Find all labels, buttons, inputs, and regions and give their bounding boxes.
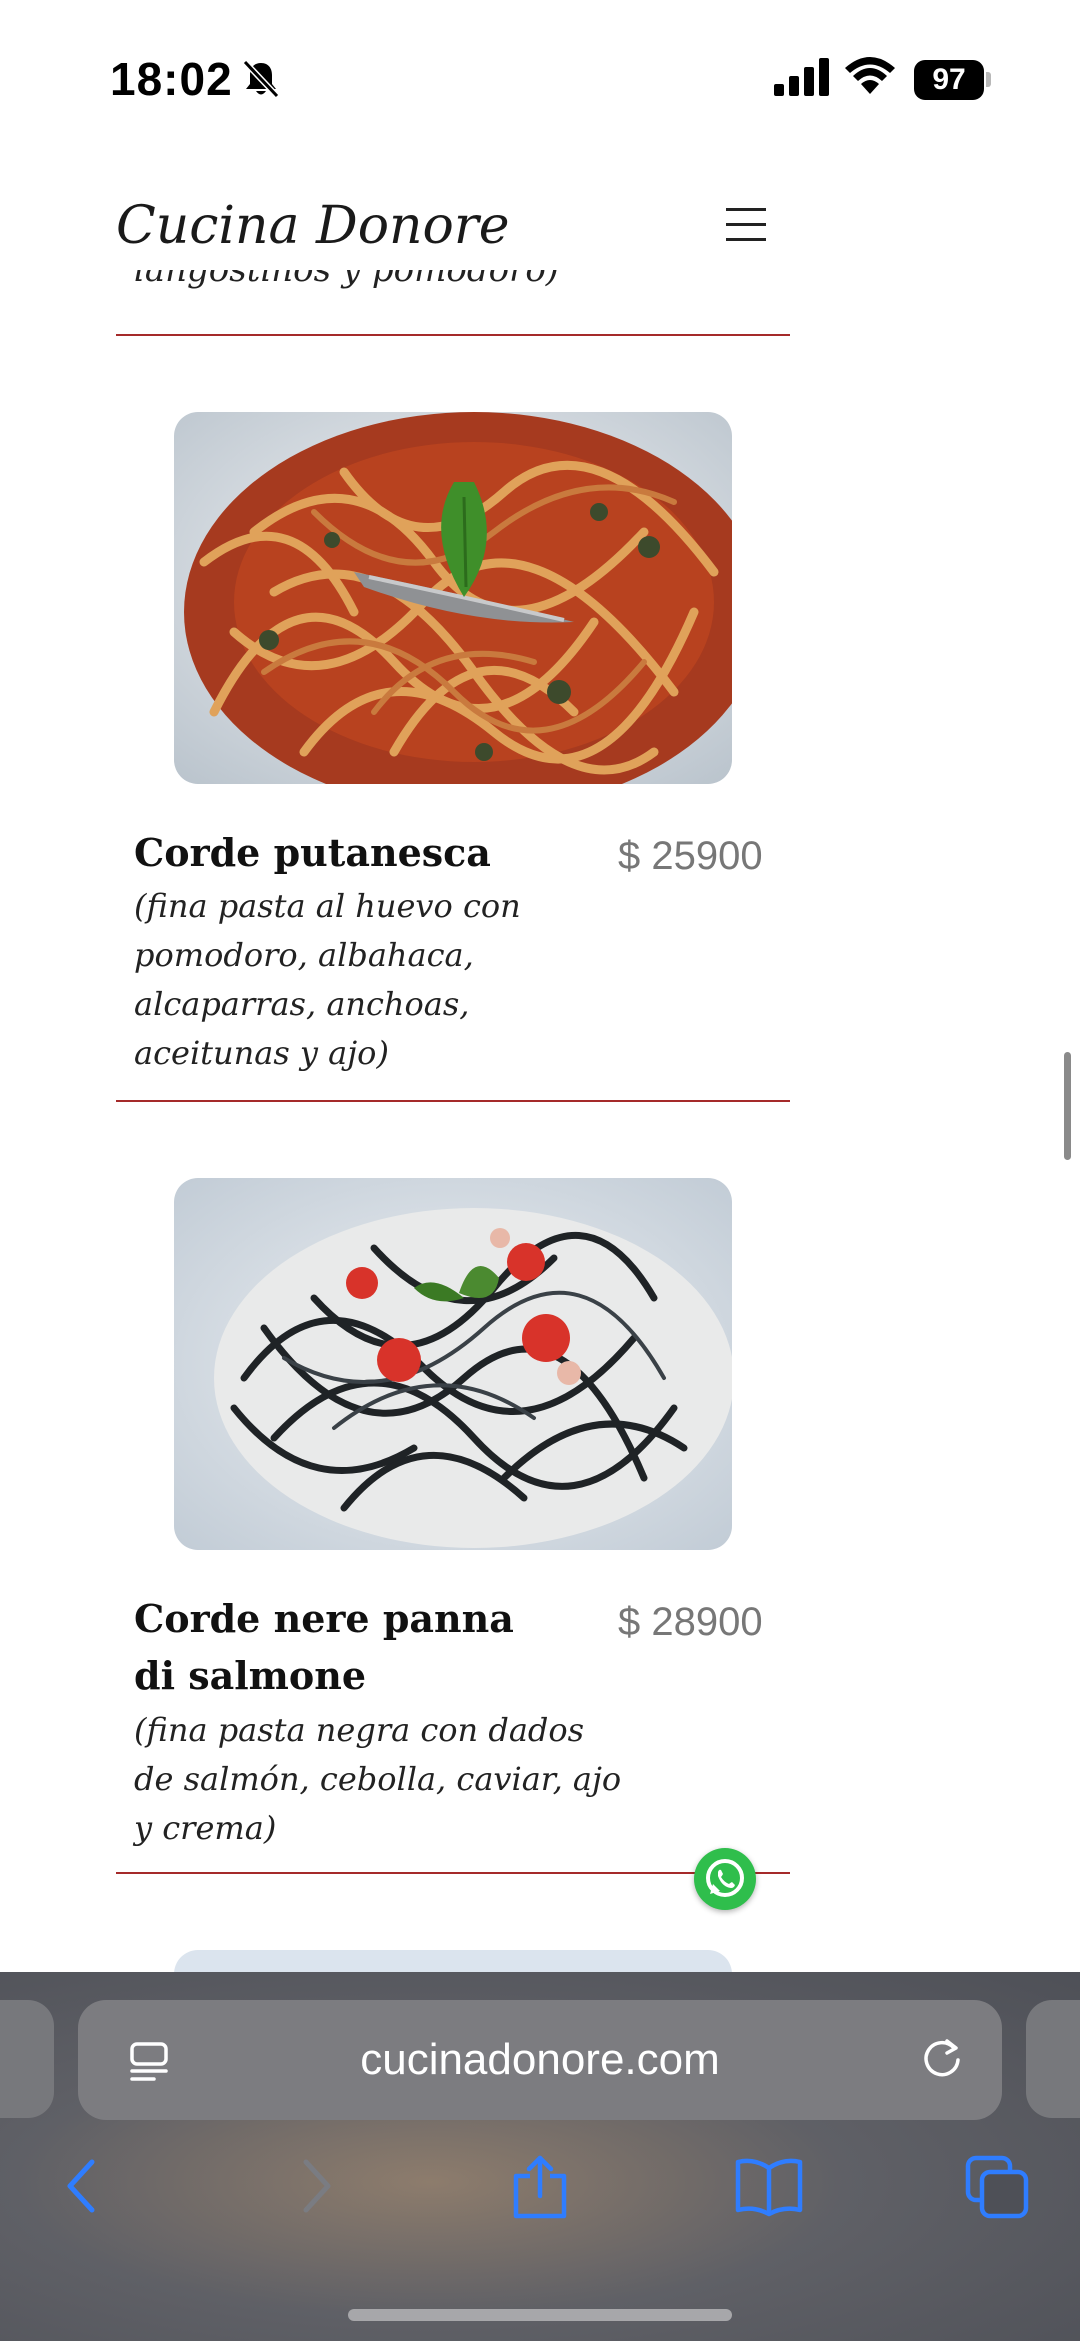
reload-icon[interactable] — [914, 2032, 970, 2092]
whatsapp-button[interactable] — [694, 1848, 756, 1910]
url-text[interactable]: cucinadonore.com — [78, 2000, 1002, 2120]
dish-price: $ 25900 — [618, 834, 763, 878]
tabs-icon[interactable] — [964, 2154, 1030, 2224]
site-title[interactable]: Cucina Donore — [116, 196, 509, 256]
menu-line-icon — [726, 223, 766, 226]
dish-photo-putanesca — [174, 412, 732, 784]
cellular-signal-icon — [774, 58, 830, 102]
battery-indicator: 97 — [914, 60, 984, 100]
item-divider — [116, 1100, 790, 1102]
item-divider — [116, 334, 790, 336]
silent-bell-icon — [240, 58, 282, 104]
next-tab-preview[interactable] — [1026, 2000, 1080, 2118]
dish-name: Corde putanesca — [134, 830, 491, 875]
menu-line-icon — [726, 208, 766, 211]
back-icon[interactable] — [58, 2154, 108, 2222]
wifi-icon — [844, 54, 896, 100]
menu-line-icon — [726, 238, 766, 241]
whatsapp-icon — [706, 1859, 744, 1897]
previous-tab-preview[interactable] — [0, 2000, 54, 2118]
address-bar[interactable]: cucinadonore.com — [78, 2000, 1002, 2120]
dish-description: (fina pasta al huevo con pomodoro, albah… — [134, 887, 521, 1072]
page-scrollbar[interactable] — [1064, 1052, 1071, 1160]
dish-description: (fina pasta negra con dados de salmón, c… — [134, 1711, 622, 1847]
dish-name: Corde nere panna di salmone — [134, 1596, 514, 1698]
dish-photo-corde-nere — [174, 1178, 732, 1550]
home-indicator[interactable] — [348, 2309, 732, 2321]
status-time: 18:02 — [110, 53, 233, 105]
status-bar: 18:02 97 — [0, 0, 1080, 140]
hamburger-menu-button[interactable] — [722, 206, 770, 242]
dish-price: $ 28900 — [618, 1600, 763, 1644]
battery-tip — [986, 72, 991, 87]
forward-icon[interactable] — [290, 2154, 340, 2222]
bookmarks-icon[interactable] — [734, 2154, 804, 2222]
item-divider — [116, 1872, 790, 1874]
previous-item-description: langostinos y pomodoro) — [134, 270, 560, 290]
share-icon[interactable] — [508, 2154, 572, 2226]
